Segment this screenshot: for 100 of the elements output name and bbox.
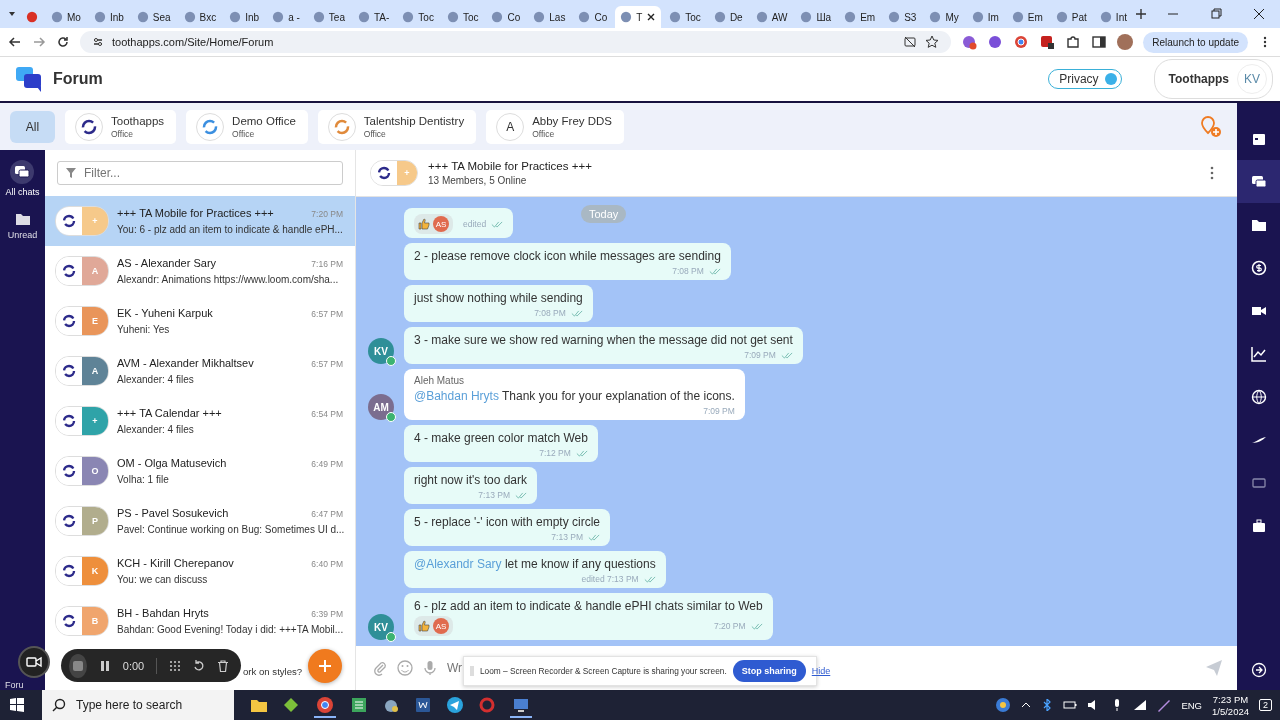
chat-avatar: O	[55, 456, 109, 486]
relaunch-button[interactable]: Relaunch to update	[1143, 31, 1248, 53]
language-indicator[interactable]: ENG	[1181, 699, 1202, 711]
chat-avatar: A	[55, 256, 109, 286]
chat-avatar: +	[55, 206, 109, 236]
chat-time: 6:54 PM	[311, 409, 343, 419]
chat-preview: Bahdan: Good Evening! Today i did: +++TA Mobil...	[117, 624, 343, 635]
chat-time: 7:20 PM	[311, 209, 343, 219]
user-avatar: KV	[368, 338, 394, 364]
nav-item[interactable]: Unread	[7, 211, 38, 240]
stop-sharing-button[interactable]: Stop sharing	[732, 660, 806, 682]
message-text: 6 - plz add an item to indicate & handle ePHI chats similar to Web	[414, 599, 763, 613]
browser-tab[interactable]: AW	[750, 6, 793, 28]
conversation-subtitle: 13 Members, 5 Online	[428, 175, 528, 186]
chat-preview: Yuheni: Yes	[117, 324, 171, 335]
sender-name: Aleh Matus	[414, 375, 466, 386]
browser-tab[interactable]: Sea	[131, 6, 176, 28]
filter-field[interactable]: Filter...	[57, 161, 343, 185]
office-label: Office	[363, 128, 387, 139]
office-tab[interactable]: Talentship Dentistry Office	[317, 109, 477, 144]
chat-preview[interactable]: ork on styles?	[243, 665, 303, 677]
message-time: 7:20 PM	[713, 621, 746, 631]
office-tab[interactable]: A Abby Frey DDS Office	[486, 109, 625, 144]
office-tab[interactable]: All	[10, 110, 55, 143]
office-label: Office	[232, 128, 256, 139]
chat-item[interactable]: O OM - Olga Matusevich 6:49 PM Volha: 1 file	[45, 446, 355, 496]
browser-tab[interactable]: Bxc	[178, 6, 222, 28]
browser-tab[interactable]: TA-	[353, 6, 395, 28]
chat-item[interactable]: E EK - Yuheni Karpuk 6:57 PM Yuheni: Yes	[45, 296, 355, 346]
nav-item[interactable]: All chats	[5, 160, 40, 197]
browser-tab[interactable]: Inb	[224, 6, 265, 28]
chat-name: BH - Bahdan Hryts	[117, 607, 209, 619]
app-title: Forum	[53, 70, 103, 88]
browser-tab[interactable]: Em	[839, 6, 881, 28]
chat-avatar: K	[55, 556, 109, 586]
chat-time: 6:57 PM	[311, 309, 343, 319]
chat-item[interactable]: A AVM - Alexander Mikhaltsev 6:57 PM Alexander: 4 files	[45, 346, 355, 396]
notification-badge[interactable]: 2	[1259, 699, 1272, 711]
chat-preview: Alexander: 4 files	[117, 424, 195, 435]
chat-time: 6:39 PM	[311, 609, 343, 619]
privacy-toggle[interactable]: Privacy	[1048, 69, 1122, 89]
recording-timer: 0:00	[122, 659, 145, 672]
address-bar[interactable]: toothapps.com/Site/Home/Forum	[80, 31, 952, 53]
chat-item[interactable]: P PS - Pavel Sosukevich 6:47 PM Pavel: Continue working on Bug: Sometimes UI d...	[45, 496, 355, 546]
taskbar-search-field[interactable]: Type here to search	[42, 690, 234, 720]
browser-tab[interactable]: My	[924, 6, 964, 28]
chat-item[interactable]: + +++ TA Mobile for Practices +++ 7:20 PM You: 6 - plz add an item to indicate & handle ePH...	[45, 196, 355, 246]
browser-tab[interactable]: Int	[1094, 6, 1132, 28]
hide-link[interactable]: Hide	[811, 666, 831, 676]
browser-tab[interactable]: Co	[573, 6, 613, 28]
user-avatar: KV	[368, 614, 394, 640]
chat-preview: You: 6 - plz add an item to indicate & handle ePH...	[117, 224, 343, 235]
chat-item[interactable]: A AS - Alexander Sary 7:16 PM Alexandr: Animations https://www.loom.com/sha...	[45, 246, 355, 296]
sharing-message: Loom – Screen Recorder & Screen Capture is sharing your screen.	[480, 666, 727, 676]
office-label: Office	[532, 128, 556, 139]
browser-tab[interactable]: Toc	[441, 6, 484, 28]
message-text: @Bahdan Hryts Thank you for your explanation of the icons.	[414, 389, 735, 403]
browser-tab[interactable]: Toc	[397, 6, 439, 28]
browser-tab[interactable]: Co	[486, 6, 526, 28]
user-avatar: AM	[368, 394, 394, 420]
chat-time: 6:49 PM	[311, 459, 343, 469]
message-time: edited	[463, 219, 487, 229]
browser-tab[interactable]: Inb	[88, 6, 129, 28]
message-time: 7:09 PM	[744, 350, 776, 360]
chat-item[interactable]: + +++ TA Calendar +++ 6:54 PM Alexander: 4 files	[45, 396, 355, 446]
date-pill: Today	[581, 205, 627, 223]
chat-item[interactable]: K KCH - Kirill Cherepanov 6:40 PM You: we can discuss	[45, 546, 355, 596]
chat-time: 6:47 PM	[311, 509, 343, 519]
office-tab[interactable]: Demo Office Office	[186, 109, 308, 144]
browser-tab[interactable]: S3	[883, 6, 922, 28]
nav-item[interactable]: Foru	[0, 680, 24, 690]
message-text: right now it's too dark	[414, 473, 527, 487]
browser-tab[interactable]: Ша	[795, 6, 837, 28]
chat-avatar: E	[55, 306, 109, 336]
message-time: 7:13 PM	[551, 532, 583, 542]
office-tab[interactable]: Toothapps Office	[65, 109, 177, 144]
browser-tab[interactable]: T	[615, 6, 662, 28]
browser-tab[interactable]: Im	[966, 6, 1004, 28]
chat-time: 6:40 PM	[311, 559, 343, 569]
browser-tab[interactable]: Em	[1006, 6, 1048, 28]
browser-tab[interactable]: Pat	[1050, 6, 1092, 28]
message-text: 3 - make sure we show red warning when the message did not get sent	[414, 333, 793, 347]
message-time: 7:08 PM	[534, 308, 566, 318]
office-name: Demo Office	[232, 114, 296, 127]
clock-date: 1/5/2024	[1212, 705, 1249, 717]
chat-item[interactable]: B BH - Bahdan Hryts 6:39 PM Bahdan: Good Evening! Today i did: +++TA Mobil...	[45, 596, 355, 646]
chat-name: KCH - Kirill Cherepanov	[117, 557, 234, 569]
browser-tab[interactable]: Mo	[46, 6, 86, 28]
message-input[interactable]: Wr	[447, 661, 463, 675]
office-name: Abby Frey DDS	[532, 114, 613, 127]
browser-tab[interactable]: De	[708, 6, 748, 28]
browser-tab[interactable]: Tea	[307, 6, 350, 28]
chat-name: EK - Yuheni Karpuk	[117, 307, 213, 319]
browser-tab[interactable]: Las	[528, 6, 571, 28]
account-button[interactable]: Toothapps KV	[1153, 59, 1273, 99]
browser-tab[interactable]: a -	[267, 6, 305, 28]
chat-avatar: P	[55, 506, 109, 536]
message-text: just show nothing while sending	[414, 291, 583, 305]
browser-tab[interactable]: Toc	[664, 6, 706, 28]
office-initial: A	[506, 119, 515, 134]
